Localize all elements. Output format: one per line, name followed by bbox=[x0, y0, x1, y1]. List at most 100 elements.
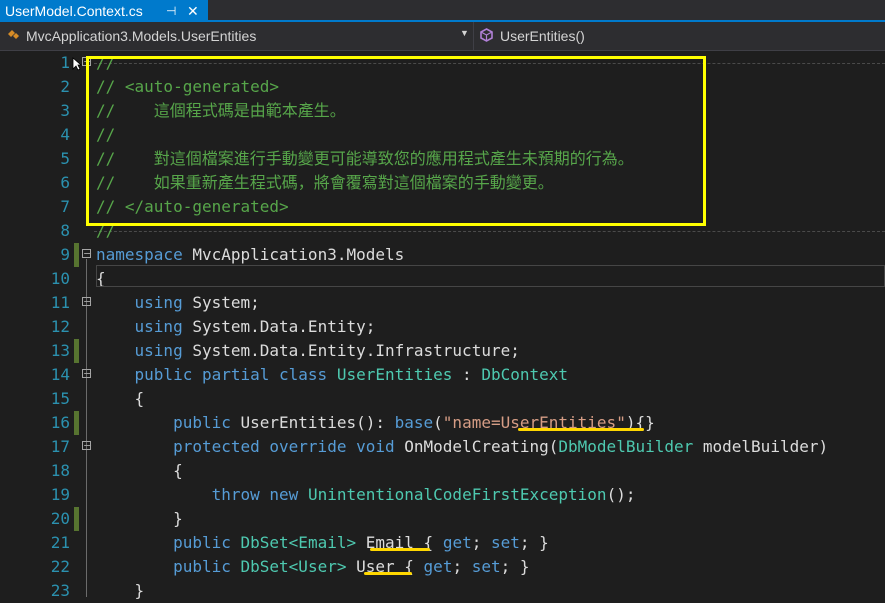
keyword: using bbox=[134, 317, 183, 336]
line-number: 18 bbox=[50, 461, 70, 480]
code-line: 15 { bbox=[0, 387, 885, 411]
code-editor[interactable]: 1 − // 2 // <auto-generated> 3 // 這個程式碼是… bbox=[0, 51, 885, 600]
line-number: 23 bbox=[50, 581, 70, 600]
code-text: // 對這個檔案進行手動變更可能導致您的應用程式產生未預期的行為。 bbox=[96, 149, 634, 168]
code-text: ; } bbox=[519, 533, 549, 552]
keyword: namespace bbox=[96, 245, 183, 264]
code-line: 22 public DbSet<User> User { get; set; } bbox=[0, 555, 885, 579]
code-line: 23 } bbox=[0, 579, 885, 603]
keyword: public bbox=[173, 557, 231, 576]
line-number: 17 bbox=[50, 437, 70, 456]
code-text: { bbox=[134, 389, 145, 408]
line-number: 11 bbox=[50, 293, 70, 312]
code-line: 5 // 對這個檔案進行手動變更可能導致您的應用程式產生未預期的行為。 bbox=[0, 147, 885, 171]
line-number: 4 bbox=[60, 125, 70, 144]
keyword: throw new bbox=[211, 485, 299, 504]
code-text: // bbox=[96, 221, 116, 240]
code-text: modelBuilder) bbox=[693, 437, 829, 456]
member-dropdown[interactable]: UserEntities() bbox=[474, 22, 885, 50]
keyword: set bbox=[491, 533, 520, 552]
line-number: 13 bbox=[50, 341, 70, 360]
code-line: 8 // bbox=[0, 219, 885, 243]
type-name: UnintentionalCodeFirstException bbox=[307, 485, 607, 504]
code-text: // <auto-generated> bbox=[96, 77, 280, 96]
change-marker bbox=[74, 507, 79, 531]
code-text: // bbox=[96, 125, 116, 144]
pin-icon[interactable]: ⊣ bbox=[166, 0, 176, 22]
code-text: ; bbox=[471, 533, 491, 552]
collapse-icon[interactable]: − bbox=[82, 296, 92, 307]
code-line: 2 // <auto-generated> bbox=[0, 75, 885, 99]
code-line: 13 using System.Data.Entity.Infrastructu… bbox=[0, 339, 885, 363]
line-number: 3 bbox=[60, 101, 70, 120]
line-number: 22 bbox=[50, 557, 70, 576]
collapse-icon[interactable]: − bbox=[82, 368, 92, 379]
code-text: System.Data.Entity.Infrastructure; bbox=[182, 341, 520, 360]
keyword: base bbox=[394, 413, 434, 432]
base-class-name: DbContext bbox=[481, 365, 569, 384]
code-line: 11 − using System; bbox=[0, 291, 885, 315]
code-line: 4 // bbox=[0, 123, 885, 147]
member-dropdown-label: UserEntities() bbox=[500, 28, 585, 44]
code-line: 9 − namespace MvcApplication3.Models bbox=[0, 243, 885, 267]
type-name: DbSet bbox=[240, 557, 289, 576]
close-icon[interactable]: ✕ bbox=[187, 0, 199, 22]
tab-title: UserModel.Context.cs bbox=[5, 3, 143, 19]
line-number: 2 bbox=[60, 77, 70, 96]
line-number: 5 bbox=[60, 149, 70, 168]
keyword: public bbox=[173, 533, 231, 552]
code-line: 19 throw new UnintentionalCodeFirstExcep… bbox=[0, 483, 885, 507]
code-line: 1 − // bbox=[0, 51, 885, 75]
code-line: 6 // 如果重新產生程式碼，將會覆寫對這個檔案的手動變更。 bbox=[0, 171, 885, 195]
keyword: public partial class bbox=[134, 365, 328, 384]
code-text: UserEntities(): bbox=[230, 413, 395, 432]
code-line: 17 − protected override void OnModelCrea… bbox=[0, 435, 885, 459]
code-text: { bbox=[173, 461, 183, 480]
code-text: OnModelCreating( bbox=[394, 437, 559, 456]
code-line: 14 − public partial class UserEntities :… bbox=[0, 363, 885, 387]
keyword: using bbox=[134, 293, 183, 312]
type-dropdown-label: MvcApplication3.Models.UserEntities bbox=[26, 28, 257, 44]
keyword: get bbox=[423, 557, 453, 576]
code-text: ; bbox=[452, 557, 472, 576]
keyword: get bbox=[442, 533, 472, 552]
line-number: 12 bbox=[50, 317, 70, 336]
collapse-icon[interactable]: − bbox=[82, 440, 92, 451]
line-number: 9 bbox=[60, 245, 70, 264]
collapse-icon[interactable]: − bbox=[82, 56, 92, 67]
tab-bar: UserModel.Context.cs ⊣ ✕ bbox=[0, 0, 885, 22]
annotation-underline bbox=[364, 572, 412, 575]
type-argument: <User> bbox=[288, 557, 347, 576]
annotation-underline bbox=[518, 428, 644, 431]
dropdown-arrow-icon[interactable]: ▼ bbox=[460, 28, 469, 38]
code-text: } bbox=[134, 581, 145, 600]
change-marker bbox=[74, 339, 79, 363]
tab-usermodel-context[interactable]: UserModel.Context.cs ⊣ ✕ bbox=[0, 0, 208, 22]
keyword: protected override void bbox=[173, 437, 395, 456]
code-text: } bbox=[173, 509, 183, 528]
code-text: System.Data.Entity; bbox=[182, 317, 376, 336]
code-line: 18 { bbox=[0, 459, 885, 483]
line-number: 7 bbox=[60, 197, 70, 216]
code-text: : bbox=[452, 365, 482, 384]
code-text: // 如果重新產生程式碼，將會覆寫對這個檔案的手動變更。 bbox=[96, 173, 554, 192]
code-text: System; bbox=[182, 293, 260, 312]
change-marker bbox=[74, 411, 79, 435]
type-name: DbModelBuilder bbox=[558, 437, 694, 456]
method-icon bbox=[480, 28, 493, 42]
navigation-bar: MvcApplication3.Models.UserEntities ▼ Us… bbox=[0, 22, 885, 51]
type-dropdown[interactable]: MvcApplication3.Models.UserEntities ▼ bbox=[0, 22, 474, 50]
code-text: // 這個程式碼是由範本產生。 bbox=[96, 101, 346, 120]
code-line: 12 using System.Data.Entity; bbox=[0, 315, 885, 339]
class-icon bbox=[8, 30, 19, 39]
code-line: 16 public UserEntities(): base("name=Use… bbox=[0, 411, 885, 435]
code-text: ; } bbox=[500, 557, 530, 576]
keyword: public bbox=[173, 413, 231, 432]
line-number: 19 bbox=[50, 485, 70, 504]
collapse-icon[interactable]: − bbox=[82, 248, 92, 259]
line-number: 10 bbox=[50, 269, 70, 288]
line-number: 6 bbox=[60, 173, 70, 192]
line-number: 16 bbox=[50, 413, 70, 432]
code-text: // bbox=[96, 53, 116, 72]
annotation-underline bbox=[370, 548, 430, 551]
